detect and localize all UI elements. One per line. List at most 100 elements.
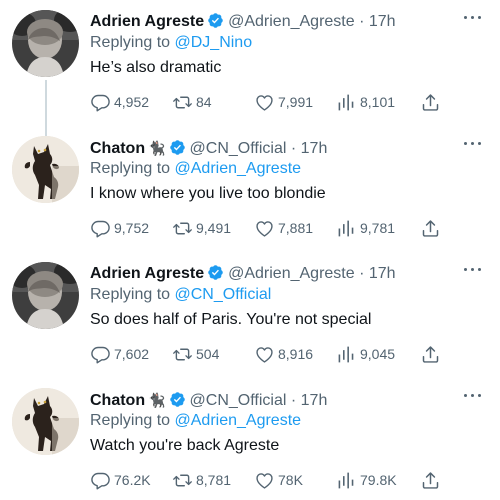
views-count: 9,045 [360, 346, 396, 362]
timestamp[interactable]: 17h [301, 392, 328, 409]
tweet-header: Chaton 🐈‍⬛ @CN_Official · 17h [90, 390, 327, 410]
portrait-avatar-image [12, 262, 79, 329]
reply-button[interactable]: 4,952 [90, 90, 149, 114]
more-icon[interactable] [464, 394, 482, 400]
tweet-text: Watch you're back Agreste [90, 437, 280, 454]
share-icon [420, 92, 441, 113]
views-button[interactable]: 8,101 [336, 90, 395, 114]
like-count: 7,991 [278, 94, 314, 110]
more-icon[interactable] [464, 268, 482, 274]
avatar[interactable] [12, 10, 79, 77]
more-icon[interactable] [464, 16, 482, 22]
tweet-header: Chaton 🐈‍⬛ @CN_Official · 17h [90, 138, 327, 158]
like-count: 8,916 [278, 346, 314, 362]
views-icon [336, 344, 357, 365]
user-handle[interactable]: @CN_Official [190, 392, 287, 409]
cat-emoji: 🐈‍⬛ [148, 140, 166, 156]
views-button[interactable]: 79.8K [336, 468, 397, 492]
action-bar: 76.2K 8,781 78K 79.8K [90, 468, 450, 492]
views-count: 79.8K [360, 472, 397, 488]
timestamp[interactable]: 17h [301, 140, 328, 157]
like-button[interactable]: 8,916 [254, 342, 313, 366]
reply-count: 7,602 [114, 346, 150, 362]
reply-button[interactable]: 7,602 [90, 342, 149, 366]
reply-icon [90, 344, 111, 365]
mention-link[interactable]: @Adrien_Agreste [175, 412, 302, 429]
tweet-thread: Adrien Agreste @Adrien_Agreste · 17h Repl… [0, 0, 500, 500]
heart-icon [254, 470, 275, 491]
display-name[interactable]: Chaton [90, 140, 145, 157]
user-handle[interactable]: @CN_Official [190, 140, 287, 157]
tweet[interactable]: Adrien Agreste @Adrien_Agreste · 17h Repl… [0, 0, 500, 136]
timestamp[interactable]: 17h [369, 265, 396, 282]
share-icon [420, 344, 441, 365]
retweet-icon [172, 92, 193, 113]
tweet[interactable]: Chaton 🐈‍⬛ @CN_Official · 17h Replying to … [0, 378, 500, 500]
replying-label: Replying to [90, 286, 171, 303]
user-handle[interactable]: @Adrien_Agreste [228, 13, 355, 30]
action-bar: 7,602 504 8,916 9,045 [90, 342, 450, 366]
verified-badge-icon [207, 264, 224, 281]
reply-count: 9,752 [114, 220, 150, 236]
portrait-avatar-image [12, 10, 79, 77]
reply-icon [90, 470, 111, 491]
avatar[interactable] [12, 136, 79, 203]
views-button[interactable]: 9,045 [336, 342, 395, 366]
like-button[interactable]: 78K [254, 468, 303, 492]
like-count: 7,881 [278, 220, 314, 236]
retweet-button[interactable]: 9,491 [172, 216, 231, 240]
share-icon [420, 470, 441, 491]
retweet-button[interactable]: 8,781 [172, 468, 231, 492]
separator-dot: · [290, 140, 297, 157]
mention-link[interactable]: @DJ_Nino [175, 34, 253, 51]
heart-icon [254, 344, 275, 365]
display-name[interactable]: Adrien Agreste [90, 13, 204, 30]
user-handle[interactable]: @Adrien_Agreste [228, 265, 355, 282]
retweet-button[interactable]: 84 [172, 90, 212, 114]
retweet-count: 504 [196, 346, 220, 362]
replying-to: Replying to @CN_Official [90, 285, 271, 305]
replying-label: Replying to [90, 412, 171, 429]
tweet-header: Adrien Agreste @Adrien_Agreste · 17h [90, 264, 396, 284]
avatar[interactable] [12, 262, 79, 329]
share-button[interactable] [420, 216, 441, 240]
reply-icon [90, 92, 111, 113]
share-button[interactable] [420, 90, 441, 114]
share-button[interactable] [420, 342, 441, 366]
reply-button[interactable]: 76.2K [90, 468, 151, 492]
cat-emoji: 🐈‍⬛ [148, 392, 166, 408]
cat-avatar-image [12, 136, 79, 203]
like-count: 78K [278, 472, 303, 488]
cat-avatar-image [12, 388, 79, 455]
tweet[interactable]: Adrien Agreste @Adrien_Agreste · 17h Repl… [0, 252, 500, 378]
more-icon[interactable] [464, 142, 482, 148]
display-name[interactable]: Chaton [90, 392, 145, 409]
retweet-count: 84 [196, 94, 212, 110]
replying-to: Replying to @Adrien_Agreste [90, 159, 301, 179]
views-count: 8,101 [360, 94, 396, 110]
like-button[interactable]: 7,881 [254, 216, 313, 240]
tweet-text: He’s also dramatic [90, 59, 222, 76]
retweet-button[interactable]: 504 [172, 342, 219, 366]
mention-link[interactable]: @Adrien_Agreste [175, 160, 302, 177]
like-button[interactable]: 7,991 [254, 90, 313, 114]
tweet-header: Adrien Agreste @Adrien_Agreste · 17h [90, 12, 396, 32]
reply-icon [90, 218, 111, 239]
retweet-count: 8,781 [196, 472, 232, 488]
views-count: 9,781 [360, 220, 396, 236]
share-icon [420, 218, 441, 239]
display-name[interactable]: Adrien Agreste [90, 265, 204, 282]
views-icon [336, 92, 357, 113]
avatar[interactable] [12, 388, 79, 455]
share-button[interactable] [420, 468, 441, 492]
retweet-icon [172, 470, 193, 491]
verified-badge-icon [207, 12, 224, 29]
timestamp[interactable]: 17h [369, 13, 396, 30]
reply-button[interactable]: 9,752 [90, 216, 149, 240]
views-button[interactable]: 9,781 [336, 216, 395, 240]
mention-link[interactable]: @CN_Official [175, 286, 272, 303]
tweet[interactable]: Chaton 🐈‍⬛ @CN_Official · 17h Replying to … [0, 126, 500, 252]
separator-dot: · [359, 265, 365, 282]
replying-label: Replying to [90, 34, 171, 51]
retweet-icon [172, 344, 193, 365]
